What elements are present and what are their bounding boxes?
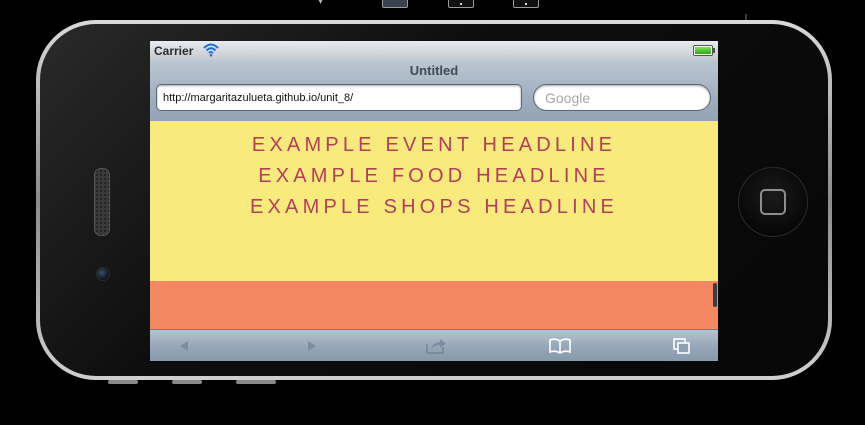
web-page-content: EXAMPLE EVENT HEADLINE EXAMPLE FOOD HEAD…	[150, 121, 718, 329]
simulator-button-icon[interactable]	[448, 0, 474, 8]
back-arrow-icon	[180, 341, 188, 351]
simulator-toolbar: ▾	[0, 0, 865, 14]
forward-arrow-icon	[308, 341, 316, 351]
bookmarks-button[interactable]	[540, 330, 580, 361]
browser-address-bar: Untitled http://margaritazulueta.github.…	[150, 60, 718, 122]
device-screen: Carrier Untitled http://margaritazulueta…	[150, 41, 718, 361]
back-button[interactable]	[164, 330, 204, 361]
food-headline[interactable]: EXAMPLE FOOD HEADLINE	[150, 165, 718, 188]
bookmarks-icon	[549, 338, 571, 354]
pages-button[interactable]	[662, 330, 702, 361]
dropdown-arrow-icon[interactable]: ▾	[318, 0, 323, 7]
mute-switch	[236, 380, 276, 384]
screenshot-icon[interactable]	[382, 0, 408, 8]
share-button[interactable]	[416, 330, 456, 361]
status-bar: Carrier	[150, 41, 718, 60]
browser-toolbar	[150, 329, 718, 361]
page-title: Untitled	[409, 63, 459, 78]
share-icon	[426, 339, 446, 354]
volume-button	[108, 380, 138, 384]
carrier-label: Carrier	[154, 44, 194, 58]
scroll-indicator[interactable]	[713, 283, 717, 307]
pages-icon	[673, 338, 690, 354]
search-input[interactable]: Google	[533, 84, 711, 111]
battery-icon	[693, 45, 715, 56]
forward-button[interactable]	[292, 330, 332, 361]
event-headline[interactable]: EXAMPLE EVENT HEADLINE	[150, 134, 718, 157]
front-camera-icon	[96, 267, 110, 281]
wifi-icon	[203, 43, 219, 57]
volume-button	[172, 380, 202, 384]
home-button[interactable]	[738, 167, 808, 237]
orange-section	[150, 281, 718, 329]
url-input[interactable]: http://margaritazulueta.github.io/unit_8…	[156, 84, 522, 111]
shops-headline[interactable]: EXAMPLE SHOPS HEADLINE	[150, 196, 718, 219]
speaker-grille-icon	[94, 168, 110, 236]
simulator-button-icon[interactable]	[513, 0, 539, 8]
home-button-icon	[760, 189, 786, 215]
